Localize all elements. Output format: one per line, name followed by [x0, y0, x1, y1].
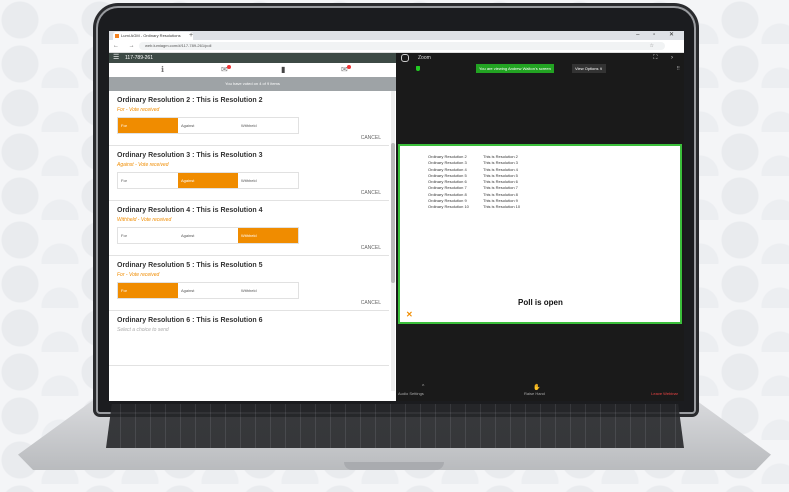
- slide-row-name: Ordinary Resolution 10: [428, 204, 469, 210]
- menu-icon[interactable]: ☰: [113, 54, 119, 62]
- vote-options: For Against Withheld: [117, 117, 299, 134]
- slide-row: Ordinary Resolution 10 This is Resolution…: [428, 204, 520, 210]
- resolution-status: For - Vote received: [117, 272, 160, 278]
- app-area: ☰ 117-789-261 ℹ ✉ ▮ ✉ You have voted on …: [109, 53, 684, 401]
- vote-option-against[interactable]: Against: [178, 228, 238, 243]
- vote-option-against[interactable]: Against: [178, 173, 238, 188]
- resolution-item: Ordinary Resolution 6 : This is Resoluti…: [109, 311, 389, 366]
- chat-badge: [227, 65, 231, 69]
- resolution-item: Ordinary Resolution 3 : This is Resoluti…: [109, 146, 389, 201]
- fullscreen-icon[interactable]: ⛶ ›: [653, 53, 679, 63]
- vote-option-against[interactable]: Against: [178, 283, 238, 298]
- slide-resolution-list: Ordinary Resolution 2 This is Resolution …: [428, 154, 520, 211]
- raise-hand-button[interactable]: Raise Hand: [524, 391, 545, 396]
- zoom-topbar: Zoom ⛶ ›: [396, 53, 684, 63]
- vote-option-against[interactable]: Against: [178, 118, 238, 133]
- favicon-icon: [115, 34, 119, 38]
- viewing-screen-label: You are viewing Andrew Walton's screen: [476, 64, 554, 73]
- vote-options: For Against Withheld: [117, 172, 299, 189]
- hand-icon[interactable]: ✋: [533, 384, 540, 391]
- zoom-bottom-bar: ^ Audio Settings ✋ Raise Hand Leave Webi…: [396, 383, 684, 401]
- vote-banner: You have voted on 4 of 9 items: [109, 77, 396, 91]
- browser-tab-bar: Lumi AGM - Ordinary Resolutions + – ▫ ✕: [109, 31, 684, 40]
- cancel-button[interactable]: CANCEL: [361, 135, 381, 141]
- zoom-title: Zoom: [418, 55, 431, 61]
- resolution-title: Ordinary Resolution 2 : This is Resoluti…: [117, 97, 263, 104]
- new-tab-button[interactable]: +: [189, 31, 193, 40]
- vote-option-for[interactable]: For: [118, 173, 178, 188]
- resolution-list: Ordinary Resolution 2 : This is Resoluti…: [109, 91, 389, 401]
- address-bar: ← → C web.lumiagm.com/#/117-789-261/poll…: [109, 40, 684, 53]
- resolution-title: Ordinary Resolution 5 : This is Resoluti…: [117, 262, 263, 269]
- meeting-id: 117-789-261: [125, 55, 153, 61]
- resolution-title: Ordinary Resolution 6 : This is Resoluti…: [117, 317, 263, 324]
- lumi-logo: ✕ LUMI: [406, 310, 440, 319]
- vote-option-for[interactable]: For: [118, 228, 178, 243]
- slide-row-desc: This is Resolution 10: [483, 204, 521, 210]
- shared-slide: Ordinary Resolution 2 This is Resolution …: [398, 144, 682, 324]
- resolution-status: For - Vote received: [117, 107, 160, 113]
- tab-title: Lumi AGM - Ordinary Resolutions: [121, 33, 181, 38]
- qa-badge: [347, 65, 351, 69]
- grid-icon[interactable]: ⠿: [676, 66, 680, 72]
- vote-option-for[interactable]: For: [118, 283, 178, 298]
- cancel-button[interactable]: CANCEL: [361, 300, 381, 306]
- resolution-status: Select a choice to send: [117, 327, 169, 333]
- lumi-icon-row: ℹ ✉ ▮ ✉: [109, 63, 396, 78]
- resolution-status: Against - Vote received: [117, 162, 169, 168]
- poll-status: Poll is open: [518, 298, 563, 307]
- resolution-item: Ordinary Resolution 4 : This is Resoluti…: [109, 201, 389, 256]
- laptop-screen: Lumi AGM - Ordinary Resolutions + – ▫ ✕ …: [109, 31, 684, 401]
- vote-option-withheld[interactable]: Withheld: [238, 173, 298, 188]
- lumi-wordmark: LUMI: [416, 310, 441, 319]
- info-icon[interactable]: ℹ: [161, 65, 164, 75]
- poll-icon[interactable]: ▮: [281, 65, 285, 75]
- leave-webinar-button[interactable]: Leave Webinar: [651, 391, 678, 396]
- resolution-item: Ordinary Resolution 5 : This is Resoluti…: [109, 256, 389, 311]
- vote-option-withheld[interactable]: Withheld: [238, 283, 298, 298]
- vote-options: For Against Withheld: [117, 282, 299, 299]
- laptop-notch: [344, 462, 444, 470]
- zoom-logo-icon: [401, 54, 409, 62]
- star-icon[interactable]: ☆: [650, 40, 654, 52]
- cancel-button[interactable]: CANCEL: [361, 190, 381, 196]
- cancel-button[interactable]: CANCEL: [361, 245, 381, 251]
- scrollbar-thumb[interactable]: [391, 143, 395, 283]
- zoom-panel: Zoom ⛶ › You are viewing Andrew Walton's…: [396, 53, 684, 401]
- resolution-status: Withheld - Vote received: [117, 217, 172, 223]
- resolution-title: Ordinary Resolution 3 : This is Resoluti…: [117, 152, 263, 159]
- vote-option-withheld[interactable]: Withheld: [238, 118, 298, 133]
- resolution-item: Ordinary Resolution 2 : This is Resoluti…: [109, 91, 389, 146]
- vote-option-for[interactable]: For: [118, 118, 178, 133]
- resolution-title: Ordinary Resolution 4 : This is Resoluti…: [117, 207, 263, 214]
- laptop-keyboard: [106, 404, 684, 448]
- vote-options: For Against Withheld: [117, 227, 299, 244]
- shield-icon: [416, 66, 420, 71]
- lumi-x-icon: ✕: [406, 310, 414, 319]
- browser-tab[interactable]: Lumi AGM - Ordinary Resolutions: [113, 32, 193, 40]
- audio-settings-button[interactable]: Audio Settings: [398, 391, 424, 396]
- lumi-topbar: ☰ 117-789-261: [109, 53, 396, 63]
- window-controls[interactable]: – ▫ ✕: [636, 31, 680, 40]
- vote-option-withheld[interactable]: Withheld: [238, 228, 298, 243]
- url-input[interactable]: web.lumiagm.com/#/117-789-261/poll: [139, 42, 665, 50]
- chevron-up-icon[interactable]: ^: [422, 384, 424, 390]
- view-options-button[interactable]: View Options ∨: [572, 64, 606, 73]
- lumi-panel: ☰ 117-789-261 ℹ ✉ ▮ ✉ You have voted on …: [109, 53, 396, 401]
